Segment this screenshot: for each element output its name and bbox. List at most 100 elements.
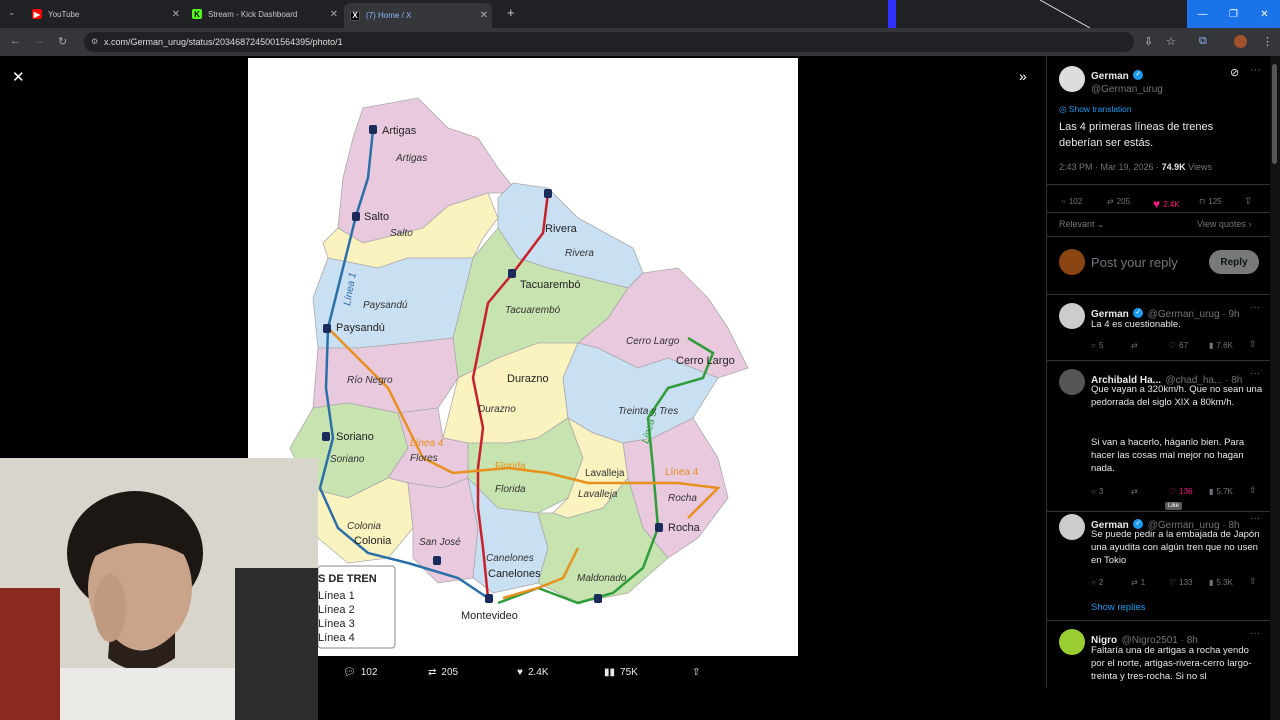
minimize-icon[interactable]: — <box>1187 0 1218 28</box>
city-montevideo: Montevideo <box>461 610 518 622</box>
reply-avatar[interactable] <box>1059 303 1085 329</box>
reply-icon: 💬︎ <box>343 666 356 678</box>
reply-avatar[interactable] <box>1059 514 1085 540</box>
dept-rivera: Rivera <box>565 248 594 259</box>
browser-menu-icon[interactable]: ⋮ <box>1262 35 1273 48</box>
share-icon[interactable]: ⇧ <box>1249 339 1257 350</box>
more-options-icon[interactable]: ··· <box>1250 368 1260 379</box>
share-icon[interactable]: ⇧ <box>1244 196 1252 207</box>
reply-text: Se puede pedir a la embajada de Japón un… <box>1091 529 1260 566</box>
new-tab-icon[interactable]: + <box>507 5 515 20</box>
reply-stat-reposts[interactable]: ⇄ 1 <box>1131 578 1145 587</box>
close-viewer-icon[interactable]: ✕ <box>12 68 25 86</box>
legend-title: S DE TREN <box>318 573 377 585</box>
more-options-icon[interactable]: ··· <box>1250 302 1260 313</box>
tweet-like-stat[interactable]: ♥ 2.4K <box>1153 197 1180 211</box>
sort-label: Relevant <box>1059 219 1095 229</box>
dept-artigas: Artigas <box>395 153 427 164</box>
youtube-icon: ▶ <box>32 9 42 19</box>
share-icon[interactable]: ⇧ <box>1249 576 1257 587</box>
close-tab-icon[interactable]: ✕ <box>172 9 180 20</box>
tweet-repost-stat[interactable]: ⇄ 205 <box>1107 197 1130 206</box>
city-florida: Florida <box>495 461 526 472</box>
sort-relevant-dropdown[interactable]: Relevant ⌄ <box>1059 219 1105 230</box>
close-tab-icon[interactable]: ✕ <box>480 10 488 21</box>
profile-avatar[interactable] <box>1234 35 1247 48</box>
reply-button[interactable]: Reply <box>1209 250 1259 274</box>
back-icon[interactable]: ← <box>10 35 21 47</box>
reply-stat-views[interactable]: ▮ 5.7K <box>1209 487 1233 496</box>
tweet-meta: 2:43 PM · Mar 19, 2026 · 74.9K Views <box>1059 162 1212 172</box>
reply-stat-reposts[interactable]: ⇄ <box>1131 487 1138 496</box>
close-tab-icon[interactable]: ✕ <box>330 9 338 20</box>
heart-filled-icon: ♥ <box>1153 197 1161 211</box>
reply-stat-likes[interactable]: ♡ 133 <box>1169 578 1193 587</box>
city-tacuarembo: Tacuarembó <box>520 279 581 291</box>
install-app-icon[interactable]: ⇩ <box>1144 35 1153 48</box>
tab-kick[interactable]: K Stream - Kick Dashboard ✕ <box>192 3 338 25</box>
reply-stat-likes[interactable]: ♡ 136 <box>1169 487 1193 496</box>
more-options-icon[interactable]: ··· <box>1250 628 1260 639</box>
tab-youtube[interactable]: ▶ YouTube ✕ <box>32 3 180 25</box>
reply-stat-views[interactable]: ▮ 5.3K <box>1209 578 1233 587</box>
extensions-icon[interactable]: ⧉ <box>1199 35 1207 48</box>
reply-stat-replies[interactable]: ○ 2 <box>1091 578 1103 587</box>
more-options-icon[interactable]: ··· <box>1250 513 1260 524</box>
more-options-icon[interactable]: ··· <box>1250 64 1261 76</box>
heart-icon: ♡ <box>1169 341 1177 350</box>
dept-san-jose: San José <box>419 537 461 548</box>
heart-icon: ♡ <box>1169 578 1177 587</box>
close-window-icon[interactable]: ✕ <box>1249 0 1280 28</box>
reply-stat-views[interactable]: ▮ 7.6K <box>1209 341 1233 350</box>
reply-stat-likes[interactable]: ♡ 67 <box>1169 341 1188 350</box>
photo-views-action[interactable]: ▮▮ 75K <box>604 664 638 680</box>
repost-icon: ⇄ <box>1131 487 1138 496</box>
view-quotes-link[interactable]: View quotes › <box>1197 219 1251 229</box>
dept-tacuarembo: Tacuarembó <box>505 305 561 316</box>
author-avatar[interactable] <box>1059 66 1085 92</box>
page-scrollbar[interactable] <box>1270 56 1280 720</box>
reply-stat-replies[interactable]: ○ 3 <box>1091 487 1103 496</box>
reply-count: 2 <box>1098 578 1104 587</box>
reply-stat-replies[interactable]: ○ 5 <box>1091 341 1103 350</box>
photo-repost-action[interactable]: ⇄ 205 <box>428 664 458 680</box>
legend-line3: Línea 3 <box>318 618 355 630</box>
grok-icon[interactable]: ⊘ <box>1230 66 1239 79</box>
reply-avatar[interactable] <box>1059 629 1085 655</box>
author-name[interactable]: German <box>1091 71 1129 82</box>
dept-soriano: Soriano <box>330 454 365 465</box>
reply-avatar[interactable] <box>1059 369 1085 395</box>
reply-icon: ○ <box>1091 578 1096 587</box>
show-replies-link[interactable]: Show replies <box>1091 602 1145 613</box>
reply-stat-reposts[interactable]: ⇄ <box>1131 341 1138 350</box>
tweet-views-count: 74.9K <box>1161 162 1186 172</box>
reload-icon[interactable]: ↻ <box>58 35 67 48</box>
scrollbar-thumb[interactable] <box>1272 64 1277 164</box>
url-field[interactable]: ⚙ x.com/German_urug/status/2034687245001… <box>84 32 1134 52</box>
photo-like-action[interactable]: ♥ 2.4K <box>517 664 549 680</box>
author-handle[interactable]: @German_urug <box>1091 84 1163 95</box>
legend-line2: Línea 2 <box>318 604 355 616</box>
tab-x-home[interactable]: X (7) Home / X ✕ <box>344 3 492 28</box>
reply-input[interactable]: Post your reply <box>1091 255 1178 270</box>
restore-icon[interactable]: ❐ <box>1218 0 1249 28</box>
photo-share-action[interactable]: ⇧ <box>692 664 700 680</box>
site-info-icon[interactable]: ⚙ <box>91 37 98 46</box>
city-durazno: Durazno <box>507 373 549 385</box>
streamer-camera-feed <box>0 458 318 720</box>
tweet-time[interactable]: 2:43 PM · Mar 19, 2026 · <box>1059 162 1159 172</box>
tweet-reply-stat[interactable]: ○ 102 <box>1061 197 1082 206</box>
expand-panel-icon[interactable]: » <box>1019 68 1027 84</box>
tweet-bookmark-stat[interactable]: ⊓ 125 <box>1199 197 1222 206</box>
forward-icon[interactable]: → <box>34 35 45 47</box>
reply-icon: ○ <box>1061 197 1066 206</box>
photo-reply-action[interactable]: 💬︎ 102 <box>343 664 377 680</box>
city-colonia: Colonia <box>354 535 392 547</box>
bookmark-star-icon[interactable]: ☆ <box>1166 35 1176 48</box>
like-count: 133 <box>1179 578 1193 587</box>
share-icon[interactable]: ⇧ <box>1249 485 1257 496</box>
reply-text: La 4 es cuestionable. <box>1091 319 1181 330</box>
x-icon: X <box>350 10 360 21</box>
tab-search-icon[interactable]: ⌄ <box>8 7 16 18</box>
show-translation-link[interactable]: ◎ Show translation <box>1059 104 1132 115</box>
